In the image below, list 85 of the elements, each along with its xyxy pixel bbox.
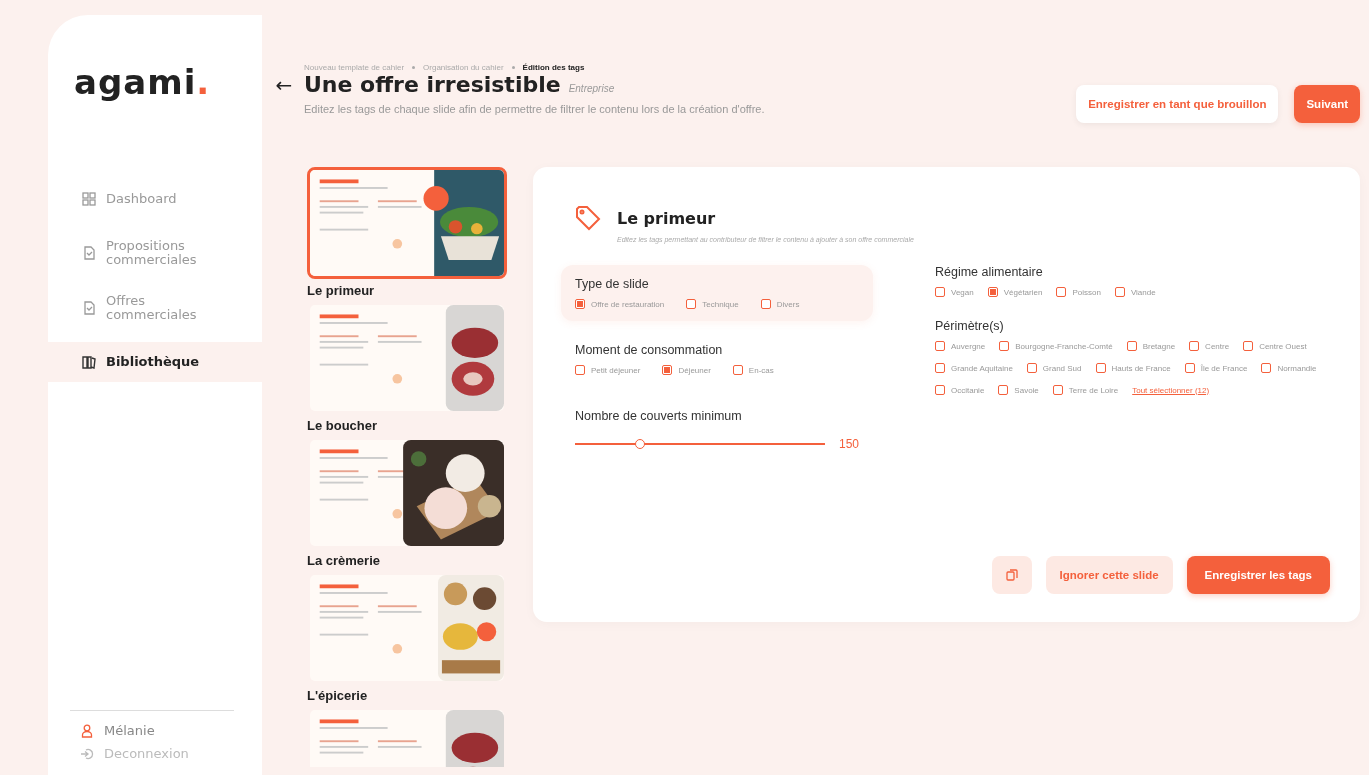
checkbox[interactable] [1126, 341, 1137, 351]
save-tags-button[interactable]: Enregistrer les tags [1186, 556, 1330, 594]
checkbox[interactable] [1052, 385, 1063, 395]
select-all-link[interactable]: Tout sélectionner (12) [1132, 385, 1210, 395]
checkbox[interactable] [999, 341, 1010, 351]
checkbox[interactable] [987, 287, 998, 297]
slide-label: L'épicerie [307, 688, 369, 703]
checkbox-option[interactable]: Divers [760, 299, 800, 309]
checkbox-option[interactable]: Centre Ouest [1243, 341, 1307, 351]
checkbox[interactable] [1095, 363, 1106, 373]
checkbox[interactable] [732, 365, 743, 375]
checkbox[interactable] [575, 299, 585, 309]
save-draft-button[interactable]: Enregistrer en tant que brouillon [1076, 85, 1279, 123]
group-title: Nombre de couverts minimum [575, 409, 743, 423]
copy-button[interactable] [991, 556, 1032, 594]
document-icon [82, 300, 96, 315]
logout-link[interactable]: Deconnexion [104, 746, 189, 761]
checkbox[interactable] [998, 385, 1009, 395]
logout-icon [80, 746, 94, 761]
page-subtitle: Editez les tags de chaque slide afin de permettre de filtrer le contenu lors de la création d'offre. [304, 103, 766, 115]
checkbox[interactable] [686, 299, 697, 309]
checkbox-option[interactable]: Bourgogne-Franche-Comté [999, 341, 1113, 351]
slider-value: 150 [838, 437, 859, 451]
checkbox-option[interactable]: Végétarien [987, 287, 1043, 297]
nav-item[interactable]: Dashboard [48, 179, 262, 219]
nav-item[interactable]: Propositions commerciales [48, 233, 262, 274]
breadcrumb-item[interactable]: Organisation du cahier [423, 63, 504, 72]
user-icon [80, 723, 94, 738]
checkbox-option[interactable]: Grande Aquitaine [935, 363, 1013, 373]
page-title: Une offre irresistible [304, 72, 561, 97]
checkbox[interactable] [935, 341, 945, 351]
books-icon [82, 355, 96, 370]
logo: agami. [74, 65, 211, 99]
checkbox-option[interactable]: Technique [686, 299, 739, 309]
checkbox-option[interactable]: Occitanie [935, 385, 985, 395]
checkbox-option[interactable]: Normandie [1261, 363, 1317, 373]
checkbox-option[interactable]: Bretagne [1126, 341, 1176, 351]
slide-label: Le boucher [307, 418, 379, 433]
checkbox[interactable] [935, 287, 945, 297]
slider-thumb[interactable] [635, 439, 645, 449]
tag-icon [575, 205, 601, 231]
checkbox[interactable] [1261, 363, 1272, 373]
checkbox[interactable] [1243, 341, 1254, 351]
checkbox[interactable] [1189, 341, 1200, 351]
checkbox[interactable] [935, 363, 945, 373]
slide-label: La crèmerie [307, 553, 381, 568]
editor-title: Le primeur [617, 209, 717, 228]
checkbox-option[interactable]: Île de France [1184, 363, 1248, 373]
checkbox-option[interactable]: Auvergne [935, 341, 986, 351]
checkbox-option[interactable]: Déjeuner [662, 365, 711, 375]
checkbox-option[interactable]: Grand Sud [1026, 363, 1082, 373]
document-icon [82, 246, 96, 261]
checkbox-option[interactable]: Centre [1189, 341, 1230, 351]
title-tag: Entreprise [568, 83, 615, 94]
checkbox[interactable] [760, 299, 771, 309]
checkbox-option[interactable]: Offre de restauration [575, 299, 665, 309]
checkbox[interactable] [1056, 287, 1067, 297]
checkbox[interactable] [662, 365, 673, 375]
nav-item[interactable]: Offres commerciales [48, 287, 262, 329]
checkbox-option[interactable]: Viande [1114, 287, 1156, 297]
checkbox[interactable] [1114, 287, 1125, 297]
breadcrumb-item: Édition des tags [522, 63, 585, 72]
checkbox-option[interactable]: Vegan [935, 287, 974, 297]
checkbox-option[interactable]: En-cas [732, 365, 774, 375]
group-title: Régime alimentaire [935, 265, 1044, 279]
group-title: Moment de consommation [575, 343, 724, 357]
checkbox-option[interactable]: Hauts de France [1095, 363, 1171, 373]
group-title: Périmètre(s) [935, 319, 1005, 333]
checkbox[interactable] [935, 385, 945, 395]
checkbox-option[interactable]: Poisson [1056, 287, 1101, 297]
user-name[interactable]: Mélanie [104, 723, 155, 738]
checkbox-option[interactable]: Savoie [998, 385, 1039, 395]
checkbox[interactable] [575, 365, 585, 375]
nav-item[interactable]: Bibliothèque [48, 342, 262, 383]
checkbox-option[interactable]: Petit déjeuner [575, 365, 641, 375]
skip-slide-button[interactable]: Ignorer cette slide [1045, 556, 1173, 594]
checkbox-option[interactable]: Terre de Loire [1052, 385, 1119, 395]
group-title: Type de slide [575, 277, 650, 291]
copy-icon [1005, 569, 1018, 581]
next-button[interactable]: Suivant [1294, 85, 1360, 123]
breadcrumb-item[interactable]: Nouveau template de cahier [304, 63, 405, 72]
slide-label: Le primeur [307, 283, 376, 298]
checkbox[interactable] [1026, 363, 1037, 373]
grid-icon [82, 192, 96, 206]
checkbox[interactable] [1184, 363, 1195, 373]
